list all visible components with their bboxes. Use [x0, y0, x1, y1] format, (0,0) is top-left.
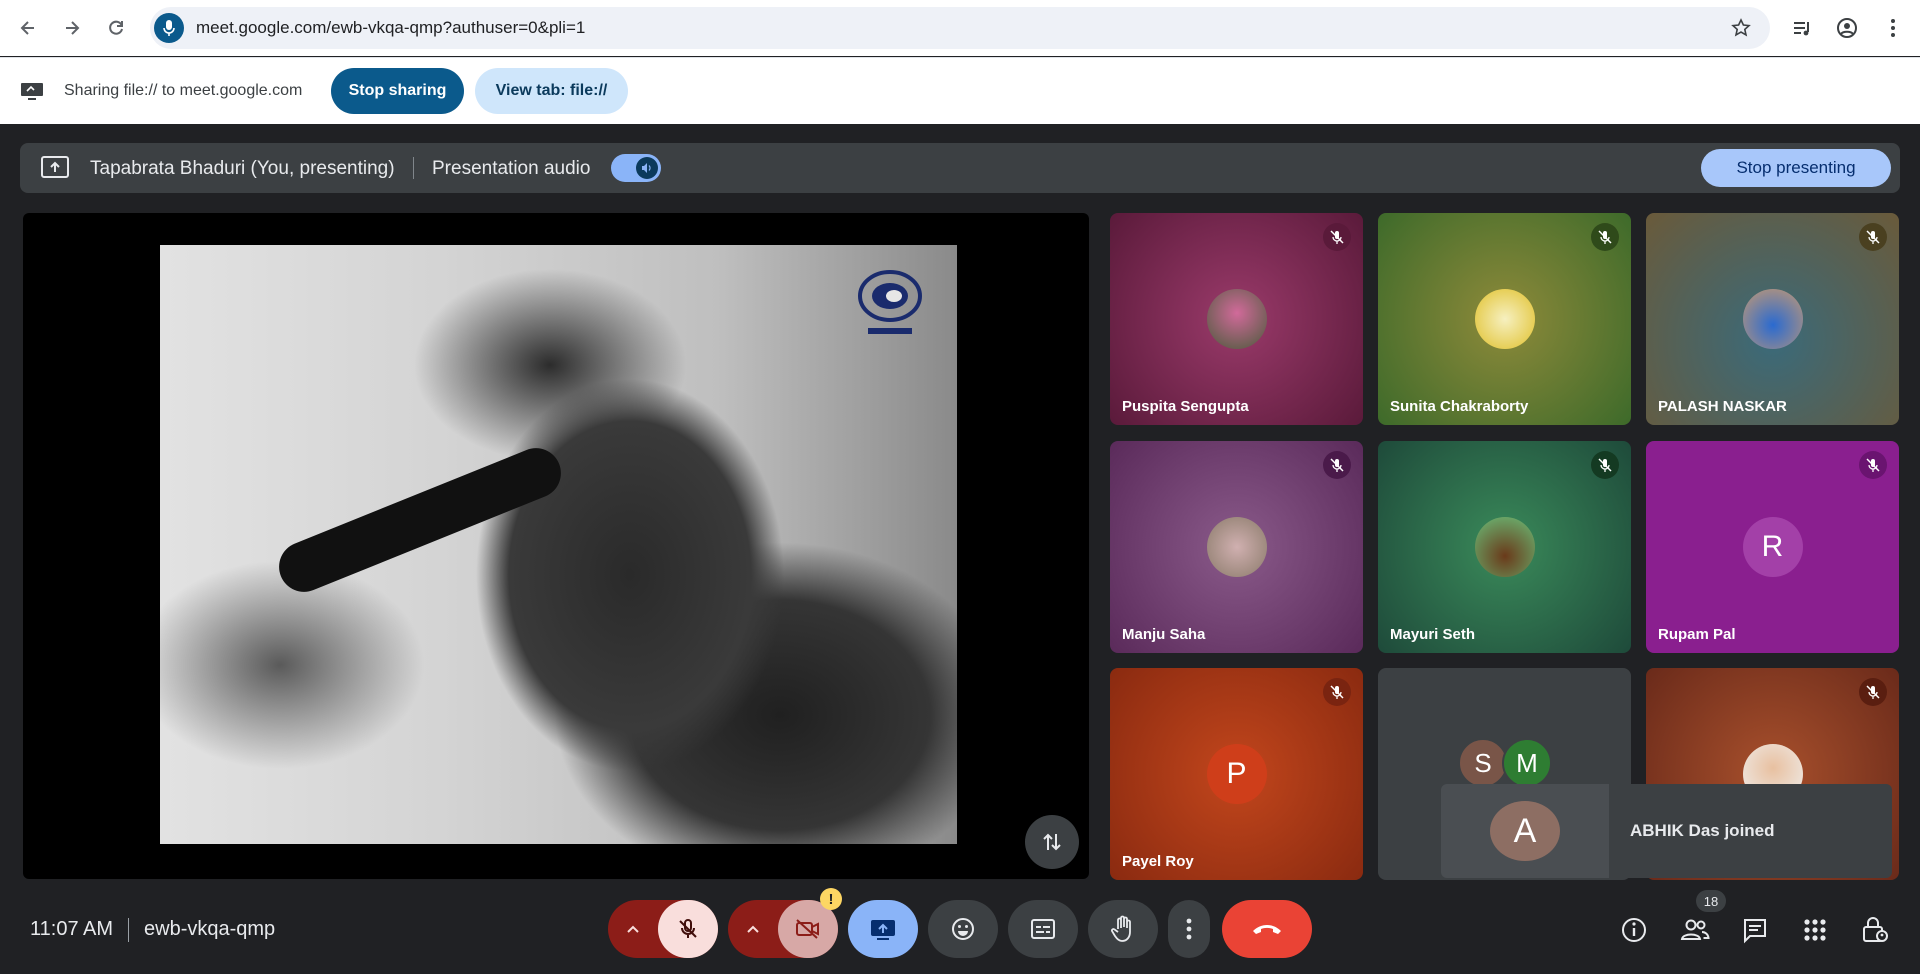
presented-photo: [160, 245, 957, 844]
participant-tile[interactable]: PALASH NASKAR: [1646, 213, 1899, 425]
divider: [413, 157, 414, 179]
mic-off-icon: [679, 919, 697, 938]
mic-icon[interactable]: [154, 13, 184, 43]
present-screen-button[interactable]: [848, 900, 918, 958]
view-tab-button[interactable]: View tab: file://: [475, 68, 628, 114]
emoji-icon: [952, 918, 974, 940]
avatar: [1474, 289, 1535, 349]
mic-control-group: [608, 900, 718, 958]
meeting-details-button[interactable]: [1614, 910, 1654, 950]
profile-icon[interactable]: [1831, 12, 1863, 44]
apps-icon: [1804, 919, 1826, 941]
address-bar[interactable]: meet.google.com/ewb-vkqa-qmp?authuser=0&…: [150, 7, 1770, 49]
participant-tile[interactable]: Manju Saha: [1110, 441, 1363, 653]
back-icon[interactable]: [12, 12, 44, 44]
participant-name: PALASH NASKAR: [1658, 398, 1787, 415]
videocam-off-icon: [796, 919, 819, 939]
sharing-text: Sharing file:// to meet.google.com: [64, 82, 303, 99]
avatar: [1742, 289, 1803, 349]
url-text[interactable]: meet.google.com/ewb-vkqa-qmp?authuser=0&…: [196, 18, 585, 38]
avatar: [1206, 517, 1267, 577]
mic-off-icon: [1859, 223, 1887, 251]
avatar: P: [1206, 744, 1267, 804]
participant-tile[interactable]: R Rupam Pal: [1646, 441, 1899, 653]
meeting-time: 11:07 AM: [30, 918, 114, 940]
info-icon: [1622, 918, 1646, 942]
forward-icon[interactable]: [56, 12, 88, 44]
reload-icon[interactable]: [100, 12, 132, 44]
reactions-button[interactable]: [928, 900, 998, 958]
participant-name: Sunita Chakraborty: [1390, 398, 1529, 415]
archive-logo-icon: [858, 270, 922, 334]
join-notification: A ABHIK Das joined: [1441, 784, 1892, 878]
closed-caption-icon: [1031, 919, 1055, 939]
stop-presenting-button[interactable]: Stop presenting: [1701, 149, 1891, 187]
mic-off-icon: [1323, 223, 1351, 251]
participant-name: Puspita Sengupta: [1122, 398, 1249, 415]
call-end-icon: [1253, 925, 1281, 934]
leave-call-button[interactable]: [1222, 900, 1312, 958]
toast-avatar-panel: A: [1441, 784, 1609, 878]
more-vert-icon: [1186, 918, 1192, 940]
sharing-infobar: Sharing file:// to meet.google.com Stop …: [0, 57, 1920, 124]
more-options-button[interactable]: [1168, 900, 1210, 958]
people-count-badge: 18: [1696, 890, 1726, 912]
presenter-name: Tapabrata Bhaduri (You, presenting): [90, 158, 395, 179]
screen-share-icon: [20, 82, 44, 105]
host-controls-button[interactable]: [1855, 910, 1895, 950]
participant-name: Rupam Pal: [1658, 626, 1736, 643]
avatar: S: [1458, 738, 1508, 788]
presentation-audio-toggle[interactable]: [611, 154, 661, 182]
stop-sharing-button[interactable]: Stop sharing: [331, 68, 464, 114]
meeting-code: ewb-vkqa-qmp: [144, 918, 276, 940]
star-icon[interactable]: [1728, 15, 1754, 41]
volume-icon: [636, 157, 658, 179]
lock-person-icon: [1863, 917, 1888, 942]
avatar: [1206, 289, 1267, 349]
presentation-audio-label: Presentation audio: [432, 158, 591, 179]
divider: [128, 918, 129, 942]
participant-tile[interactable]: Puspita Sengupta: [1110, 213, 1363, 425]
avatar: M: [1502, 738, 1552, 788]
camera-control-group: !: [728, 888, 842, 958]
mic-toggle-button[interactable]: [658, 900, 718, 958]
participant-tile[interactable]: Mayuri Seth: [1378, 441, 1631, 653]
mic-off-icon: [1859, 678, 1887, 706]
swap-layout-button[interactable]: [1025, 815, 1079, 869]
mic-off-icon: [1323, 678, 1351, 706]
chat-button[interactable]: [1735, 910, 1775, 950]
raise-hand-button[interactable]: [1088, 900, 1158, 958]
meet-area: Tapabrata Bhaduri (You, presenting) Pres…: [0, 124, 1920, 974]
hand-icon: [1111, 915, 1131, 942]
join-notification-text: ABHIK Das joined: [1630, 821, 1775, 840]
captions-button[interactable]: [1008, 900, 1078, 958]
camera-options-button[interactable]: [728, 900, 778, 958]
participant-name: Mayuri Seth: [1390, 626, 1476, 643]
mic-off-icon: [1323, 451, 1351, 479]
people-button[interactable]: [1675, 910, 1715, 950]
avatar: A: [1490, 801, 1560, 861]
presentation-stage: [23, 213, 1089, 879]
mic-off-icon: [1591, 451, 1619, 479]
media-icon[interactable]: [1786, 12, 1818, 44]
participant-tile[interactable]: P Payel Roy: [1110, 668, 1363, 880]
photo-detail: [271, 440, 569, 600]
participant-name: Payel Roy: [1122, 853, 1194, 870]
mic-options-button[interactable]: [608, 900, 658, 958]
mic-off-icon: [1591, 223, 1619, 251]
avatar: R: [1742, 517, 1803, 577]
chat-icon: [1744, 919, 1766, 944]
people-icon: [1680, 919, 1710, 940]
presenting-bar: Tapabrata Bhaduri (You, presenting) Pres…: [20, 143, 1900, 193]
participant-name: Manju Saha: [1122, 626, 1206, 643]
avatar: [1474, 517, 1535, 577]
more-vert-icon[interactable]: [1877, 12, 1909, 44]
participant-tile[interactable]: Sunita Chakraborty: [1378, 213, 1631, 425]
present-to-all-icon: [871, 920, 895, 940]
camera-warning-badge: !: [820, 888, 842, 910]
browser-toolbar: meet.google.com/ewb-vkqa-qmp?authuser=0&…: [0, 0, 1920, 56]
present-to-all-icon: [40, 155, 70, 184]
activities-button[interactable]: [1795, 910, 1835, 950]
mic-off-icon: [1859, 451, 1887, 479]
